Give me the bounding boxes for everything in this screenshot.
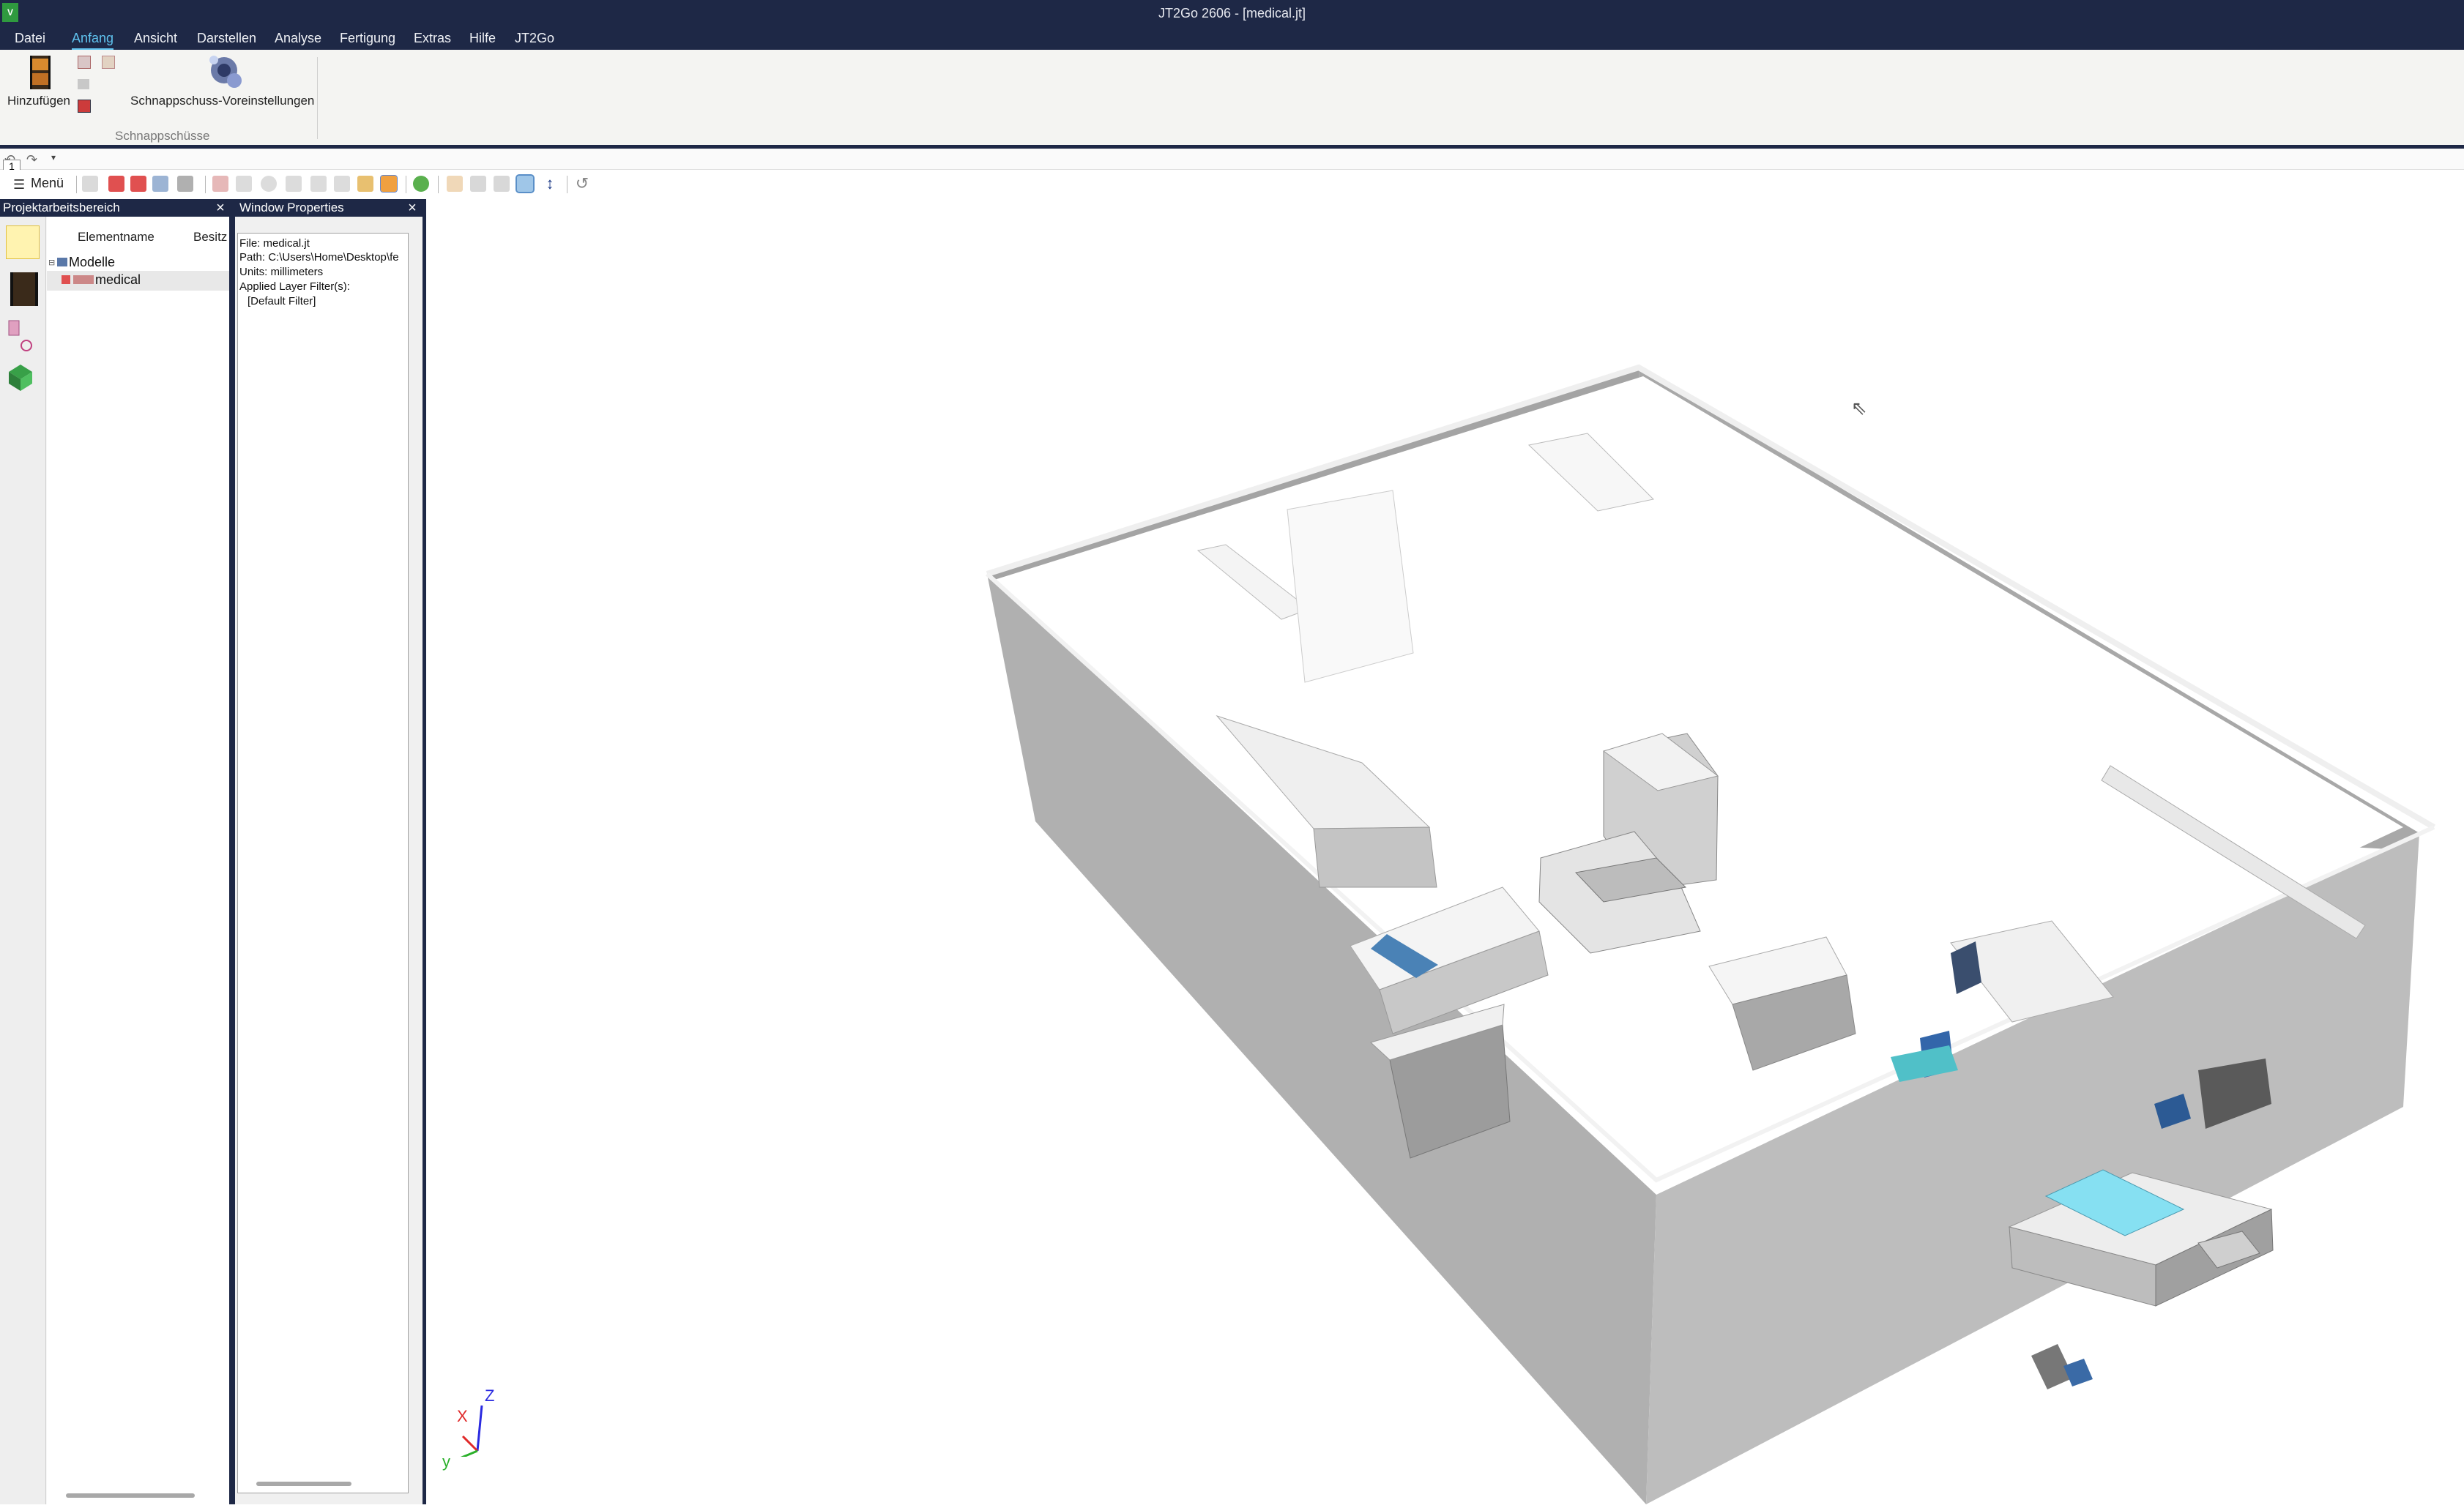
edge-icon[interactable] [286, 176, 302, 192]
properties-horizontal-scrollbar[interactable] [256, 1482, 351, 1486]
binoculars-icon[interactable] [177, 176, 193, 192]
property-layer-filter-value: [Default Filter] [247, 295, 316, 307]
property-units: Units: millimeters [239, 266, 324, 278]
pen-icon[interactable] [310, 176, 327, 192]
panel-splitter[interactable] [229, 199, 235, 1504]
snapshot-settings-label: Schnappschuss-Voreinstellungen [130, 94, 315, 108]
next-icon[interactable] [130, 176, 146, 192]
film-icon[interactable] [10, 272, 38, 306]
z-axis-label: Z [485, 1386, 495, 1405]
ribbon-group-label: Schnappschüsse [115, 129, 210, 143]
project-tree [47, 217, 229, 1504]
properties-text-area [237, 233, 409, 1493]
tree-item-modelle[interactable]: Modelle [69, 255, 115, 270]
properties-panel-header: Window Properties [235, 199, 423, 217]
tab-analyse[interactable]: Analyse [275, 28, 321, 48]
measure-icon[interactable] [212, 176, 228, 192]
visibility-icon[interactable] [62, 275, 70, 284]
line-icon[interactable] [236, 176, 252, 192]
3d-viewport[interactable]: ⇖ Z X y [426, 199, 2464, 1504]
tab-darstellen[interactable]: Darstellen [197, 28, 256, 48]
property-file: File: medical.jt [239, 237, 310, 250]
fit-icon[interactable] [82, 176, 98, 192]
ribbon [0, 50, 2464, 149]
project-panel-title: Projektarbeitsbereich [3, 201, 120, 214]
column-header-elementname[interactable]: Elementname [78, 230, 155, 245]
x-axis-label: X [457, 1407, 468, 1425]
toolbar-separator [76, 176, 77, 193]
camera-settings-icon [209, 56, 242, 88]
tab-fertigung[interactable]: Fertigung [340, 28, 395, 48]
table-base [1313, 826, 1437, 888]
assembly-icon[interactable] [6, 225, 40, 259]
redo-icon[interactable]: ↷ [26, 152, 37, 168]
close-icon[interactable]: × [213, 199, 228, 217]
layers-icon[interactable] [6, 318, 34, 353]
close-icon[interactable]: × [405, 199, 420, 217]
hamburger-icon[interactable]: ☰ [13, 177, 25, 193]
project-panel-icon-strip [0, 217, 46, 1504]
box-icon[interactable] [334, 176, 350, 192]
vertical-arrow-icon[interactable]: ↕ [542, 176, 558, 192]
mouse-cursor-icon: ⇖ [1851, 397, 1867, 419]
window-title: JT2Go 2606 - [medical.jt] [1158, 6, 1306, 20]
previous-icon[interactable] [108, 176, 124, 192]
shaded-icon[interactable] [357, 176, 373, 192]
quick-access-toolbar [0, 149, 2464, 170]
column-header-besitz[interactable]: Besitz [193, 230, 227, 245]
ribbon-group-separator [317, 57, 318, 139]
property-path: Path: C:\Users\Home\Desktop\fe [239, 251, 399, 264]
pan-icon[interactable] [494, 176, 510, 192]
tab-anfang[interactable]: Anfang [72, 28, 114, 51]
property-layer-filter-label: Applied Layer Filter(s): [239, 280, 350, 293]
qat-dropdown-icon[interactable]: ▾ [51, 152, 56, 163]
part-icon [73, 275, 94, 284]
room-model[interactable] [426, 199, 2464, 1504]
tab-datei[interactable]: Datei [15, 28, 45, 48]
app-icon[interactable]: V [2, 3, 18, 22]
globe-icon[interactable] [413, 176, 429, 192]
title-bar: JT2Go 2606 - [medical.jt] [0, 0, 2464, 26]
add-label: Hinzufügen [7, 94, 71, 108]
project-horizontal-scrollbar[interactable] [66, 1493, 195, 1498]
toolbar-separator [438, 176, 439, 193]
reset-view-icon[interactable]: ↺ [574, 176, 590, 192]
snapshot-list-icon[interactable] [78, 79, 89, 89]
snapshot-delete-icon[interactable] [78, 100, 91, 113]
snapshot-small-icon-2[interactable] [102, 56, 115, 69]
snapshot-small-icon[interactable] [78, 56, 91, 69]
tab-extras[interactable]: Extras [414, 28, 451, 48]
trolley-item [2063, 1359, 2093, 1386]
rotate-icon[interactable] [515, 174, 535, 193]
toolbar-separator [205, 176, 206, 193]
zoom-icon[interactable] [152, 176, 168, 192]
menu-button[interactable]: Menü [31, 176, 64, 191]
collapse-icon[interactable]: ⊟ [48, 258, 55, 267]
snapshot-settings-button[interactable] [198, 53, 249, 94]
properties-panel-title: Window Properties [239, 201, 344, 214]
tree-item-medical[interactable]: medical [95, 272, 141, 288]
zoom-area-icon[interactable] [447, 176, 463, 192]
y-axis-label: y [442, 1452, 450, 1471]
model-folder-icon [57, 258, 67, 266]
render-icon[interactable] [380, 175, 398, 193]
tab-hilfe[interactable]: Hilfe [469, 28, 496, 48]
door [1287, 490, 1414, 683]
project-panel-header: Projektarbeitsbereich [0, 199, 229, 217]
sections-icon[interactable] [6, 362, 35, 394]
fit-all-icon[interactable] [470, 176, 486, 192]
tab-ansicht[interactable]: Ansicht [134, 28, 177, 48]
circle-icon[interactable] [261, 176, 277, 192]
tab-jt2go[interactable]: JT2Go [515, 28, 554, 48]
